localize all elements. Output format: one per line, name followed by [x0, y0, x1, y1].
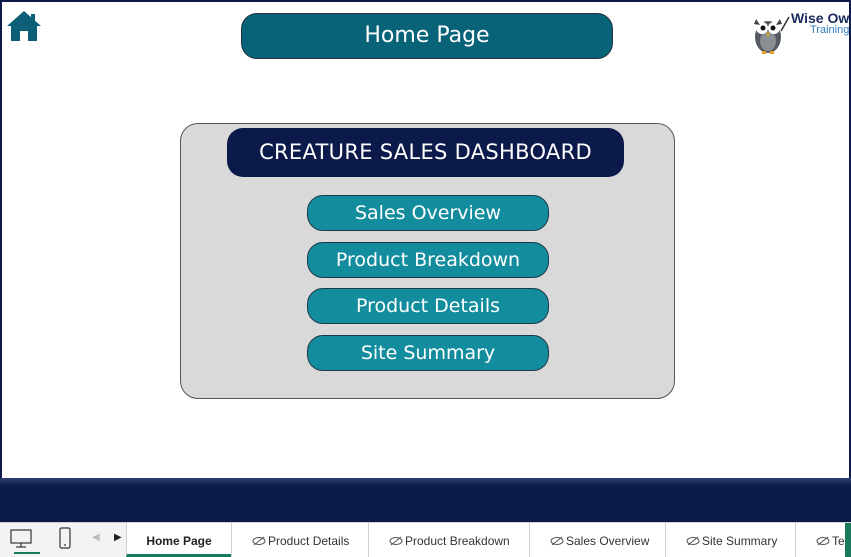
page-tab-bar: ◀ ▶ Home Page Product Details Product Br… — [0, 522, 851, 557]
hidden-eye-icon — [686, 536, 700, 546]
tab-product-breakdown[interactable]: Product Breakdown — [368, 523, 529, 557]
chevron-left-icon[interactable]: ◀ — [92, 532, 100, 543]
tab-label: Sales Overview — [566, 534, 650, 548]
tab-site-summary[interactable]: Site Summary — [665, 523, 795, 557]
hidden-eye-icon — [389, 536, 403, 546]
tab-label: Product Breakdown — [405, 534, 510, 548]
chevron-right-icon[interactable]: ▶ — [114, 532, 122, 543]
sales-overview-button[interactable]: Sales Overview — [307, 195, 549, 231]
hidden-eye-icon — [252, 536, 266, 546]
logo-subtitle: Training — [810, 24, 850, 36]
product-details-button[interactable]: Product Details — [307, 288, 549, 324]
tab-product-details[interactable]: Product Details — [231, 523, 368, 557]
desktop-view-indicator — [14, 552, 40, 554]
footer-band — [0, 478, 851, 522]
dashboard-title: CREATURE SALES DASHBOARD — [227, 128, 624, 177]
mobile-icon — [59, 527, 71, 549]
site-summary-button[interactable]: Site Summary — [307, 335, 549, 371]
home-icon[interactable] — [6, 10, 42, 42]
desktop-icon — [10, 529, 32, 548]
tab-label: Home Page — [146, 534, 212, 548]
page-title: Home Page — [241, 13, 613, 59]
wise-owl-logo: Wise Owl Training — [750, 9, 851, 57]
tab-scroll-edge — [845, 523, 851, 557]
tab-sales-overview[interactable]: Sales Overview — [529, 523, 665, 557]
tab-label: Ter — [832, 534, 845, 548]
desktop-view-button[interactable] — [6, 527, 40, 554]
tab-label: Site Summary — [702, 534, 778, 548]
hidden-eye-icon — [816, 536, 830, 546]
tab-ter[interactable]: Ter — [795, 523, 845, 557]
tab-label: Product Details — [268, 534, 350, 548]
owl-icon — [754, 16, 790, 54]
mobile-view-button[interactable] — [50, 527, 80, 553]
product-breakdown-button[interactable]: Product Breakdown — [307, 242, 549, 278]
tab-home-page[interactable]: Home Page — [126, 523, 231, 557]
report-canvas: Home Page Wise Owl Training CREATURE SAL… — [0, 0, 851, 478]
hidden-eye-icon — [550, 536, 564, 546]
